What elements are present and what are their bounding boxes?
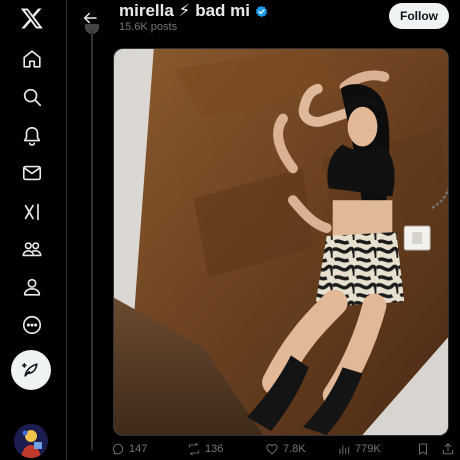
repost-icon <box>188 442 200 456</box>
views-chart-icon <box>339 445 350 455</box>
bookmark-icon <box>419 443 427 455</box>
heart-icon <box>266 444 278 455</box>
reply-button[interactable]: 147 <box>111 442 147 456</box>
post-count: 15.6K posts <box>119 21 178 33</box>
display-name: mirella ⚡ bad mi <box>119 1 250 20</box>
grok-icon[interactable] <box>12 192 52 232</box>
reply-icon <box>112 443 124 455</box>
compose-icon <box>21 362 38 377</box>
repost-count: 136 <box>205 443 224 455</box>
post-image[interactable] <box>113 48 449 436</box>
explore-icon[interactable] <box>12 77 52 117</box>
left-nav <box>0 0 64 460</box>
communities-icon[interactable] <box>12 229 52 269</box>
x-logo-icon[interactable] <box>12 0 52 38</box>
like-button[interactable]: 7.8K <box>265 442 306 456</box>
messages-icon[interactable] <box>12 153 52 193</box>
profile-icon[interactable] <box>12 267 52 307</box>
like-count: 7.8K <box>283 443 306 455</box>
main-column: mirella ⚡ bad mi 15.6K posts Follow 147 … <box>67 0 460 460</box>
thread-line <box>91 30 93 450</box>
post-actions: 147 136 7.8K 779K <box>111 442 456 460</box>
home-icon[interactable] <box>12 39 52 79</box>
notifications-icon[interactable] <box>12 116 52 156</box>
repost-button[interactable]: 136 <box>187 442 223 456</box>
reply-count: 147 <box>129 443 148 455</box>
verified-badge-icon <box>254 4 269 19</box>
profile-name-row: mirella ⚡ bad mi <box>119 1 269 21</box>
page-header: mirella ⚡ bad mi 15.6K posts Follow <box>67 0 460 44</box>
share-button[interactable] <box>441 442 455 456</box>
views-button[interactable]: 779K <box>337 442 381 456</box>
more-icon[interactable] <box>12 305 52 345</box>
view-count: 779K <box>355 443 381 455</box>
follow-button[interactable]: Follow <box>389 3 449 29</box>
account-avatar[interactable] <box>14 424 48 458</box>
share-icon <box>442 443 454 455</box>
bookmark-button[interactable] <box>416 442 430 456</box>
compose-button[interactable] <box>11 350 51 390</box>
